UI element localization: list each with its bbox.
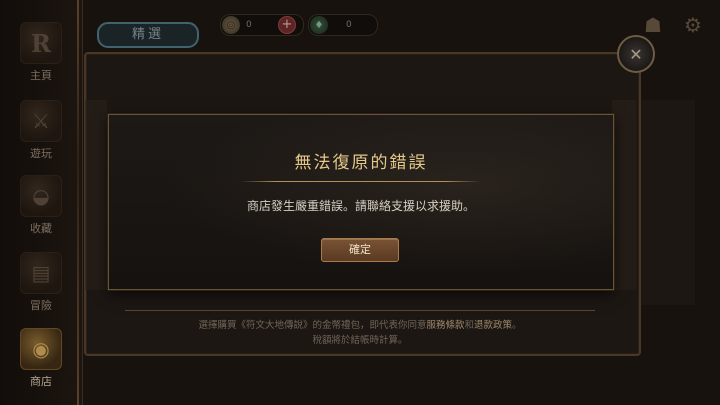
sidebar-item-label: 收藏 [30,222,52,235]
terms-of-service-link[interactable]: 服務條款 [426,320,464,331]
error-dialog: 無法復原的錯誤 商店發生嚴重錯誤。請聯絡支援以求援助。 確定 [108,114,614,290]
close-button[interactable]: ✕ [617,35,655,73]
background-art [612,100,636,290]
sidebar-item-store[interactable]: ◉ 商店 [0,328,82,389]
friends-icon[interactable]: ☗ [640,12,666,38]
background-art [640,100,695,305]
confirm-button[interactable]: 確定 [321,238,399,262]
shards-counter: ♦ 0 [308,14,378,36]
add-coins-button[interactable]: + [278,16,296,34]
tab-featured[interactable]: 精選 [97,22,199,48]
close-icon: ✕ [629,44,643,64]
terms-text: 。 [512,320,522,331]
purchase-terms: 選擇購買《符文大地傳說》的金幣禮包，即代表你同意服務條款和退款政策。 稅額將於結… [120,318,600,348]
sidebar-item-play[interactable]: ⚔ 遊玩 [0,100,82,161]
coins-counter: ◎ 0 + [220,14,304,36]
background-art [85,100,107,290]
refund-policy-link[interactable]: 退款政策 [474,320,512,331]
gold-coins-icon: ◉ [20,328,62,370]
rune-logo-icon: R [20,22,62,64]
sidebar-item-label: 商店 [30,375,52,388]
sidebar-item-label: 冒險 [30,299,52,312]
divider [125,310,595,311]
sidebar-item-collection[interactable]: ◒ 收藏 [0,175,82,236]
scroll-map-icon: ▤ [20,252,62,294]
terms-text: 和 [464,320,474,331]
terms-text: 選擇購買《符文大地傳說》的金幣禮包，即代表你同意 [198,320,427,331]
shard-icon: ♦ [310,16,328,34]
tax-note: 稅額將於結帳時計算。 [312,335,408,346]
crossed-swords-icon: ⚔ [20,100,62,142]
coin-icon: ◎ [222,16,240,34]
satchel-icon: ◒ [20,175,62,217]
coins-value: 0 [246,20,252,30]
sidebar-item-adventure[interactable]: ▤ 冒險 [0,252,82,313]
sidebar-item-label: 主頁 [30,69,52,82]
title-divider [240,181,481,182]
dialog-title: 無法復原的錯誤 [294,153,428,173]
shards-value: 0 [346,20,352,30]
sidebar-item-home[interactable]: R 主頁 [0,22,82,83]
sidebar-nav: R 主頁 ⚔ 遊玩 ◒ 收藏 ▤ 冒險 ◉ 商店 [0,0,83,405]
gear-icon[interactable]: ⚙ [680,12,706,38]
dialog-message: 商店發生嚴重錯誤。請聯絡支援以求援助。 [246,199,475,213]
sidebar-item-label: 遊玩 [30,147,52,160]
